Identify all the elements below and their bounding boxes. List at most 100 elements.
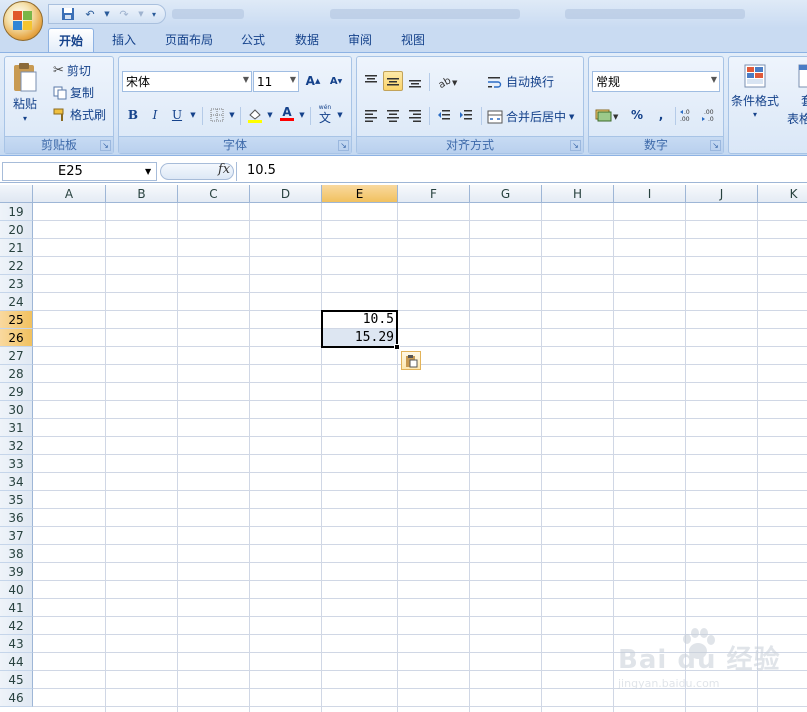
number-format-combo[interactable]: 常规 ▼ (592, 71, 720, 92)
fill-color-dropdown-icon[interactable]: ▼ (265, 105, 275, 125)
column-header-d[interactable]: D (250, 185, 322, 203)
row-header-40[interactable]: 40 (0, 581, 33, 599)
row-header-22[interactable]: 22 (0, 257, 33, 275)
underline-button[interactable]: U (167, 105, 187, 125)
select-all-corner[interactable] (0, 185, 33, 203)
bold-button[interactable]: B (123, 105, 143, 125)
row-header-35[interactable]: 35 (0, 491, 33, 509)
align-middle-icon[interactable] (383, 71, 403, 91)
format-as-table-button[interactable]: 套 表格 (787, 61, 807, 127)
tab-data[interactable]: 数据 (286, 28, 328, 52)
clipboard-launcher-icon[interactable]: ↘ (100, 140, 111, 151)
accounting-format-icon[interactable]: ▼ (593, 105, 621, 125)
row-header-46[interactable]: 46 (0, 689, 33, 707)
format-painter-button[interactable]: 格式刷 (53, 106, 106, 123)
increase-decimal-icon[interactable]: .0.00 (678, 105, 698, 125)
row-header-37[interactable]: 37 (0, 527, 33, 545)
underline-dropdown-icon[interactable]: ▼ (188, 105, 198, 125)
insert-function-icon[interactable]: fx (218, 162, 230, 177)
paste-button[interactable]: 粘贴 ▾ (11, 61, 39, 123)
fill-handle[interactable] (394, 344, 400, 350)
decrease-indent-icon[interactable] (434, 105, 454, 125)
percent-style-button[interactable]: % (627, 105, 647, 125)
number-launcher-icon[interactable]: ↘ (710, 140, 721, 151)
row-header-41[interactable]: 41 (0, 599, 33, 617)
tab-home[interactable]: 开始 (48, 28, 94, 52)
customize-qat-icon[interactable]: ▾ (149, 6, 159, 22)
tab-formulas[interactable]: 公式 (232, 28, 274, 52)
row-header-27[interactable]: 27 (0, 347, 33, 365)
row-header-29[interactable]: 29 (0, 383, 33, 401)
font-color-dropdown-icon[interactable]: ▼ (297, 105, 307, 125)
row-header-23[interactable]: 23 (0, 275, 33, 293)
borders-dropdown-icon[interactable]: ▼ (227, 105, 237, 125)
align-top-icon[interactable] (361, 71, 381, 91)
name-box-dropdown-icon[interactable]: ▼ (145, 167, 151, 176)
redo-dropdown-icon[interactable]: ▼ (137, 6, 145, 22)
tab-view[interactable]: 视图 (392, 28, 434, 52)
save-icon[interactable] (59, 6, 77, 22)
name-box[interactable]: E25 (2, 162, 157, 181)
column-header-j[interactable]: J (686, 185, 758, 203)
office-button[interactable] (3, 1, 43, 41)
row-header-39[interactable]: 39 (0, 563, 33, 581)
row-header-36[interactable]: 36 (0, 509, 33, 527)
row-header-42[interactable]: 42 (0, 617, 33, 635)
column-header-f[interactable]: F (398, 185, 470, 203)
row-header-25[interactable]: 25 (0, 311, 33, 329)
italic-button[interactable]: I (145, 105, 165, 125)
column-header-c[interactable]: C (178, 185, 250, 203)
row-header-32[interactable]: 32 (0, 437, 33, 455)
column-header-k[interactable]: K (758, 185, 807, 203)
align-bottom-icon[interactable] (405, 71, 425, 91)
column-header-a[interactable]: A (33, 185, 106, 203)
row-header-45[interactable]: 45 (0, 671, 33, 689)
alignment-launcher-icon[interactable]: ↘ (570, 140, 581, 151)
font-size-combo[interactable]: 11 ▼ (253, 71, 299, 92)
increase-indent-icon[interactable] (456, 105, 476, 125)
selection-range[interactable] (321, 310, 398, 348)
row-header-21[interactable]: 21 (0, 239, 33, 257)
row-header-24[interactable]: 24 (0, 293, 33, 311)
row-header-38[interactable]: 38 (0, 545, 33, 563)
row-header-26[interactable]: 26 (0, 329, 33, 347)
undo-icon[interactable]: ↶ (81, 6, 99, 22)
borders-icon[interactable] (207, 105, 227, 125)
column-header-i[interactable]: I (614, 185, 686, 203)
merge-center-button[interactable]: 合并后居中 ▼ (487, 108, 574, 125)
grow-font-icon[interactable]: A ▲ (303, 71, 323, 91)
conditional-format-button[interactable]: 条件格式 ▾ (731, 61, 779, 119)
row-header-19[interactable]: 19 (0, 203, 33, 221)
redo-icon[interactable]: ↷ (115, 6, 133, 22)
decrease-decimal-icon[interactable]: .00.0 (700, 105, 720, 125)
row-header-44[interactable]: 44 (0, 653, 33, 671)
shrink-font-icon[interactable]: A ▼ (326, 71, 346, 91)
phonetic-dropdown-icon[interactable]: ▼ (335, 105, 345, 125)
comma-style-button[interactable]: , (651, 105, 671, 125)
row-header-30[interactable]: 30 (0, 401, 33, 419)
font-name-combo[interactable]: 宋体 ▼ (122, 71, 252, 92)
tab-page-layout[interactable]: 页面布局 (158, 28, 220, 52)
column-header-h[interactable]: H (542, 185, 614, 203)
tab-insert[interactable]: 插入 (103, 28, 145, 52)
row-header-31[interactable]: 31 (0, 419, 33, 437)
align-left-icon[interactable] (361, 105, 381, 125)
column-header-b[interactable]: B (106, 185, 178, 203)
align-right-icon[interactable] (405, 105, 425, 125)
font-launcher-icon[interactable]: ↘ (338, 140, 349, 151)
formula-input[interactable]: 10.5 (236, 162, 807, 181)
orientation-icon[interactable]: ab ▼ (434, 71, 462, 91)
font-color-button[interactable]: A (277, 103, 297, 123)
fill-color-icon[interactable] (245, 105, 265, 125)
column-header-e[interactable]: E (322, 185, 398, 203)
cut-button[interactable]: ✂ 剪切 (53, 62, 91, 79)
row-header-20[interactable]: 20 (0, 221, 33, 239)
column-header-g[interactable]: G (470, 185, 542, 203)
align-center-icon[interactable] (383, 105, 403, 125)
row-header-43[interactable]: 43 (0, 635, 33, 653)
paste-options-button[interactable] (401, 351, 421, 370)
tab-review[interactable]: 审阅 (339, 28, 381, 52)
row-header-34[interactable]: 34 (0, 473, 33, 491)
row-header-33[interactable]: 33 (0, 455, 33, 473)
undo-dropdown-icon[interactable]: ▼ (103, 6, 111, 22)
